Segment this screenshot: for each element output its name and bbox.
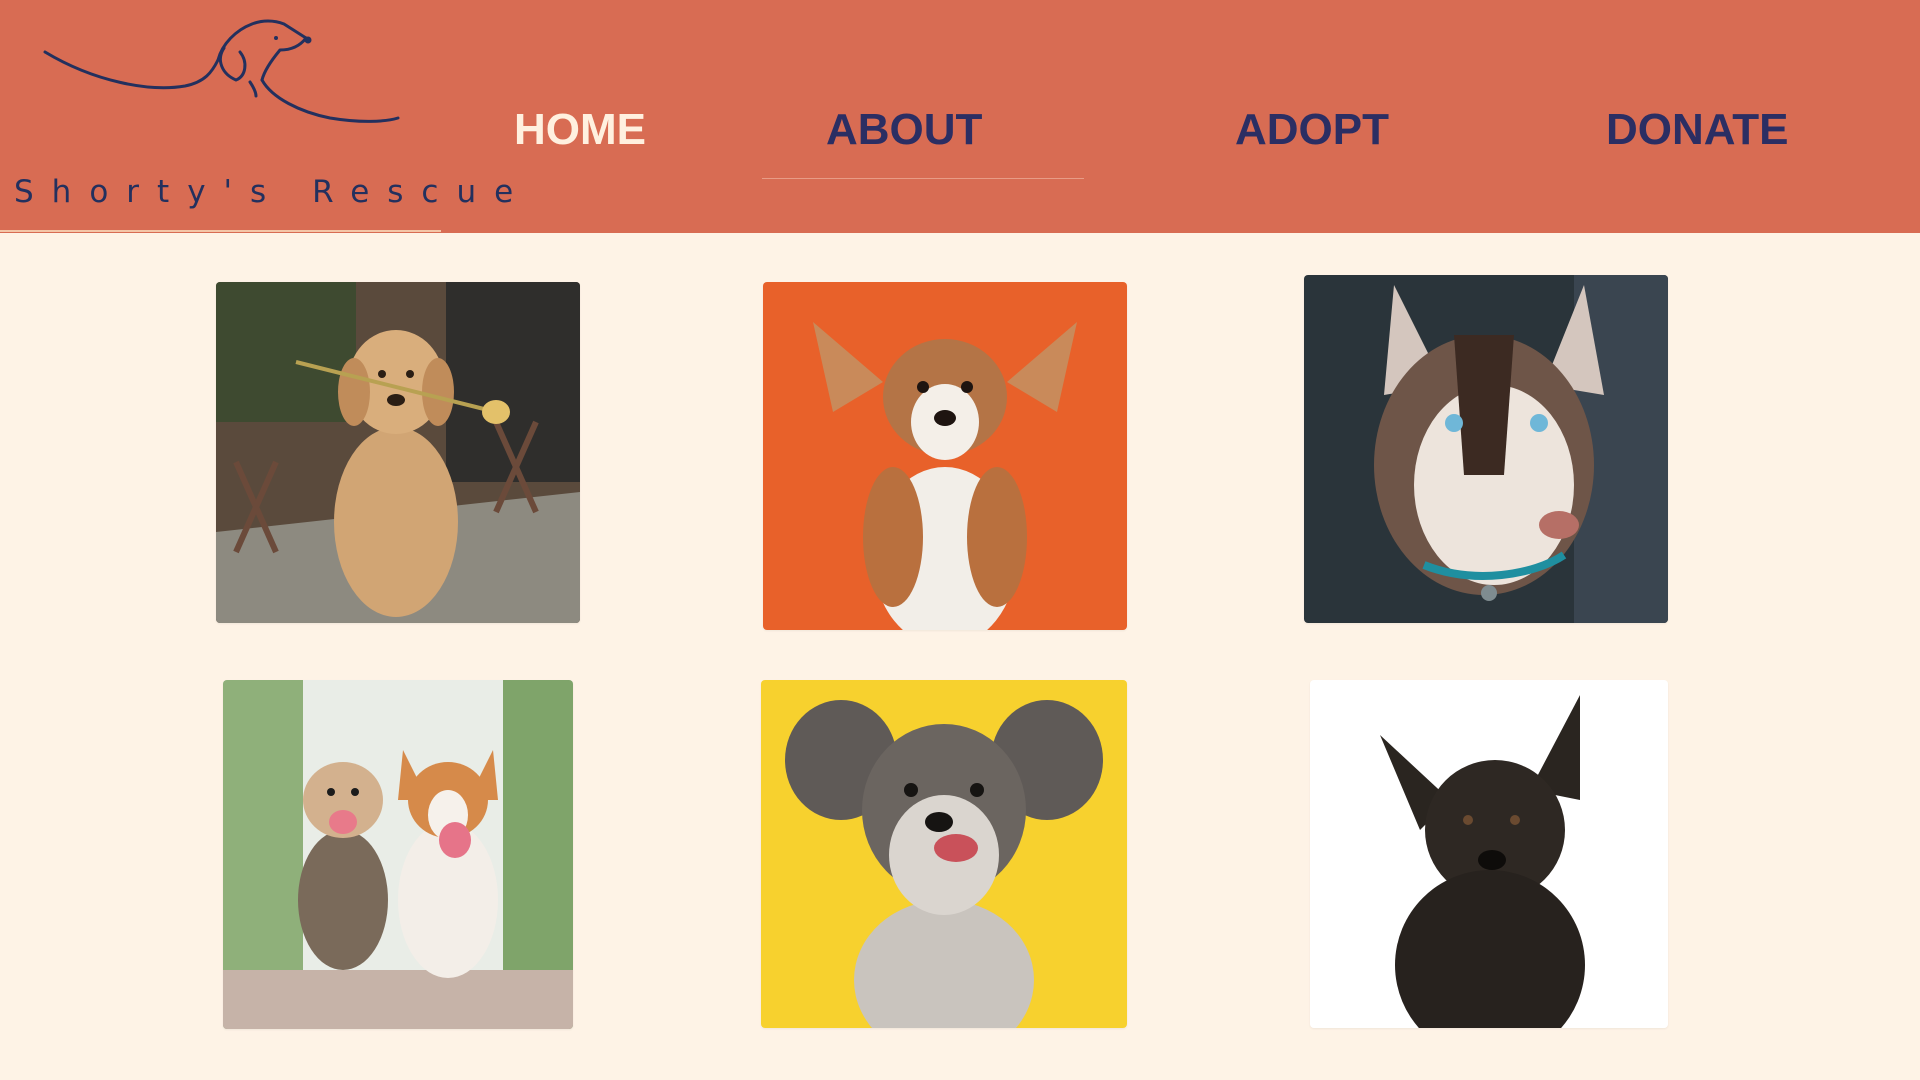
brand-divider (0, 230, 441, 232)
black-dog-photo[interactable] (1310, 680, 1668, 1028)
nav-home[interactable]: HOME (514, 105, 646, 155)
husky-photo[interactable] (1304, 275, 1668, 623)
schnauzer-photo[interactable] (761, 680, 1127, 1028)
brand-name: Shorty's Rescue (14, 174, 532, 210)
nav-donate[interactable]: DONATE (1606, 105, 1789, 155)
nav-adopt[interactable]: ADOPT (1235, 105, 1389, 155)
brand-logo[interactable]: Shorty's Rescue (0, 0, 513, 233)
nav-about-underline (762, 178, 1084, 179)
dog-line-art-icon (43, 19, 400, 123)
golden-retriever-photo[interactable] (216, 282, 580, 623)
site-header: Shorty's Rescue HOME ABOUT ADOPT DONATE (0, 0, 1920, 233)
two-dogs-running-photo[interactable] (223, 680, 573, 1029)
nav-about[interactable]: ABOUT (826, 105, 982, 155)
corgi-puppy-photo[interactable] (763, 282, 1127, 630)
